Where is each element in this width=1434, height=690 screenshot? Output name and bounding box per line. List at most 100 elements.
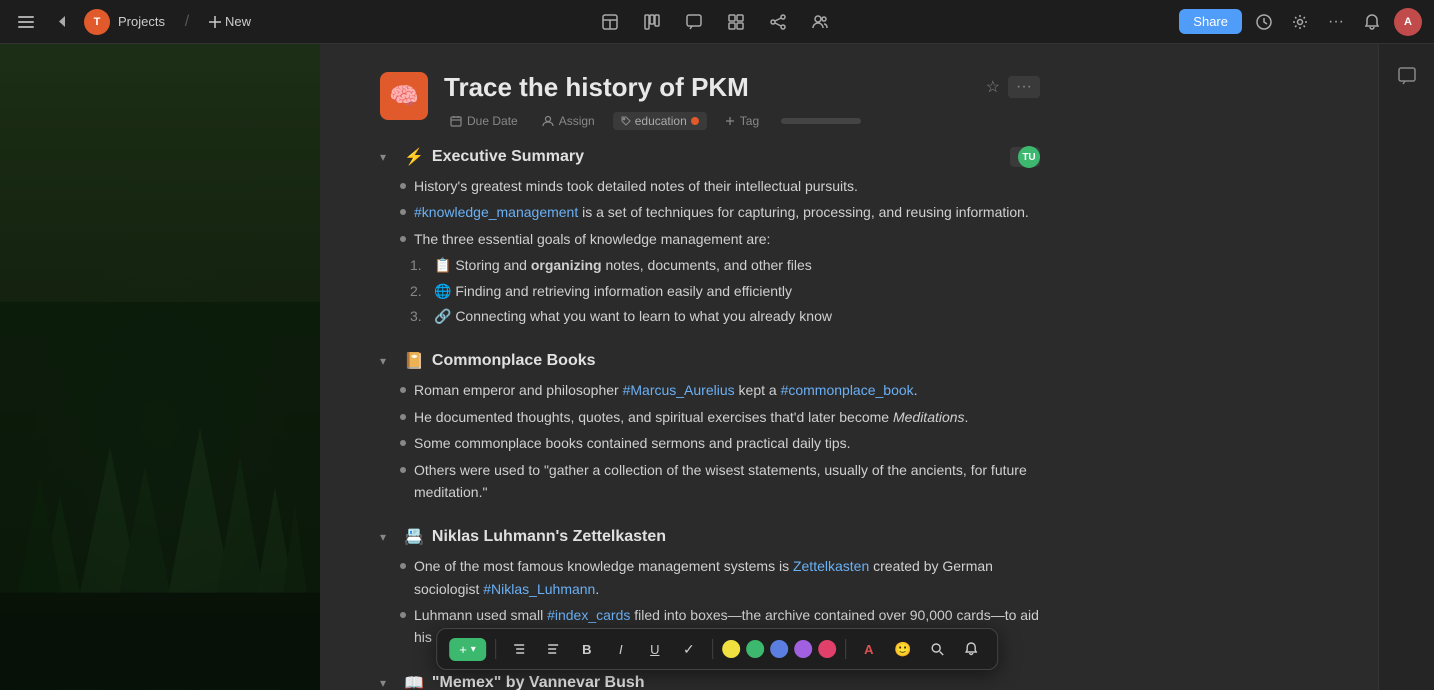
commonplace-books-header: ▾ 📔 Commonplace Books [380,351,1040,371]
bullet-text: He documented thoughts, quotes, and spir… [414,406,968,428]
color-yellow[interactable] [722,640,740,658]
share-icon[interactable] [763,7,793,37]
section-toggle-niklas[interactable]: ▾ [380,530,396,544]
meditations-italic: Meditations [893,409,965,425]
due-date-meta[interactable]: Due Date [444,111,524,131]
tag-action-label: Tag [740,114,759,128]
executive-summary-title: Executive Summary [432,148,584,166]
due-date-label: Due Date [467,114,518,128]
back-icon[interactable] [48,8,76,36]
italic-button[interactable]: I [607,635,635,663]
index-cards-link[interactable]: #index_cards [547,607,630,623]
share-button[interactable]: Share [1179,9,1242,34]
section-toggle-memex[interactable]: ▾ [380,676,396,690]
bullet-text: Others were used to "gather a collection… [414,459,1040,504]
separator-icon: / [173,8,201,36]
grid-icon[interactable] [721,7,751,37]
workspace-avatar: T [84,9,110,35]
ordered-num: 3. [410,305,426,327]
bullet-dot [400,387,406,393]
table-icon[interactable] [595,7,625,37]
executive-summary-bullets: History's greatest minds took detailed n… [380,175,1040,250]
color-green[interactable] [746,640,764,658]
bullet-text: The three essential goals of knowledge m… [414,228,770,250]
ordered-num: 2. [410,280,426,302]
add-tag-meta[interactable]: Tag [719,111,765,131]
memex-vannevar-header: ▾ 📖 "Memex" by Vannevar Bush [380,673,1040,690]
list-outdent-icon[interactable] [539,635,567,663]
tag-badge[interactable]: education [613,112,707,130]
doc-title: Trace the history of PKM [444,72,970,103]
section-icon-executive: ⚡ [404,147,424,167]
niklas-luhmann-title: Niklas Luhmann's Zettelkasten [432,528,666,546]
tag-label: education [635,114,687,128]
color-purple[interactable] [794,640,812,658]
new-button[interactable]: New [209,14,251,29]
content-area: 🧠 Trace the history of PKM Due Date Assi… [320,44,1378,690]
toolbar-divider-3 [845,639,846,659]
font-color-button[interactable]: A [855,635,883,663]
zettelkasten-link[interactable]: Zettelkasten [793,558,869,574]
kanban-icon[interactable] [637,7,667,37]
user-avatar[interactable]: A [1394,8,1422,36]
color-blue[interactable] [770,640,788,658]
add-icon: + [459,642,467,657]
section-toggle-commonplace[interactable]: ▾ [380,354,396,368]
knowledge-management-link[interactable]: #knowledge_management [414,204,578,220]
tag-color-dot [691,117,699,125]
check-button[interactable]: ✓ [675,635,703,663]
more-icon[interactable]: ··· [1322,8,1350,36]
add-block-button[interactable]: + ▾ [449,638,486,661]
members-icon[interactable] [805,7,835,37]
bullet-item: #knowledge_management is a set of techni… [400,201,1040,223]
projects-link[interactable]: Projects [118,14,165,29]
sidebar-toggle-icon[interactable] [12,8,40,36]
list-indent-icon[interactable] [505,635,533,663]
doc-title-area: Trace the history of PKM Due Date Assign [444,72,970,131]
star-button[interactable]: ☆ [986,77,1000,97]
commonplace-book-link[interactable]: #commonplace_book [781,382,914,398]
bullet-dot [400,209,406,215]
section-icon-niklas: 📇 [404,527,424,547]
section-executive-summary: ▾ ⚡ Executive Summary TU ··· History's g… [380,147,1040,327]
underline-button[interactable]: U [641,635,669,663]
commonplace-books-bullets: Roman emperor and philosopher #Marcus_Au… [380,379,1040,503]
section-icon-memex: 📖 [404,673,424,690]
settings-icon[interactable] [1286,8,1314,36]
bullet-item: The three essential goals of knowledge m… [400,228,1040,250]
main-layout: 🧠 Trace the history of PKM Due Date Assi… [0,44,1434,690]
nav-left: T Projects / New [12,8,251,36]
assign-meta[interactable]: Assign [536,111,601,131]
toolbar-divider [495,639,496,659]
bullet-text: One of the most famous knowledge managem… [414,555,1040,600]
niklas-luhmann-link[interactable]: #Niklas_Luhmann [483,581,595,597]
content-inner: 🧠 Trace the history of PKM Due Date Assi… [320,44,1100,690]
notification-button[interactable] [957,635,985,663]
comment-panel-icon[interactable] [1391,60,1423,92]
bold-button[interactable]: B [573,635,601,663]
tag-progress-bar [781,118,861,124]
clock-icon[interactable] [1250,8,1278,36]
doc-meta: Due Date Assign education [444,111,970,131]
section-toggle-executive[interactable]: ▾ [380,150,396,164]
emoji-button[interactable]: 🙂 [889,635,917,663]
search-text-icon[interactable] [923,635,951,663]
doc-emoji: 🧠 [380,72,428,120]
niklas-luhmann-header: ▾ 📇 Niklas Luhmann's Zettelkasten [380,527,1040,547]
right-panel [1378,44,1434,690]
bullet-item: One of the most famous knowledge managem… [400,555,1040,600]
ordered-text: 📋 Storing and organizing notes, document… [434,254,812,276]
ordered-item: 3. 🔗 Connecting what you want to learn t… [410,305,1040,327]
bell-icon[interactable] [1358,8,1386,36]
marcus-aurelius-link[interactable]: #Marcus_Aurelius [623,382,735,398]
bullet-item: Roman emperor and philosopher #Marcus_Au… [400,379,1040,401]
color-red[interactable] [818,640,836,658]
doc-header: 🧠 Trace the history of PKM Due Date Assi… [380,64,1040,131]
doc-actions: ☆ ··· [986,76,1040,98]
bullet-dot [400,414,406,420]
more-options-button[interactable]: ··· [1008,76,1040,98]
chat-icon[interactable] [679,7,709,37]
sidebar [0,44,320,690]
bullet-dot [400,440,406,446]
bullet-text: #knowledge_management is a set of techni… [414,201,1029,223]
